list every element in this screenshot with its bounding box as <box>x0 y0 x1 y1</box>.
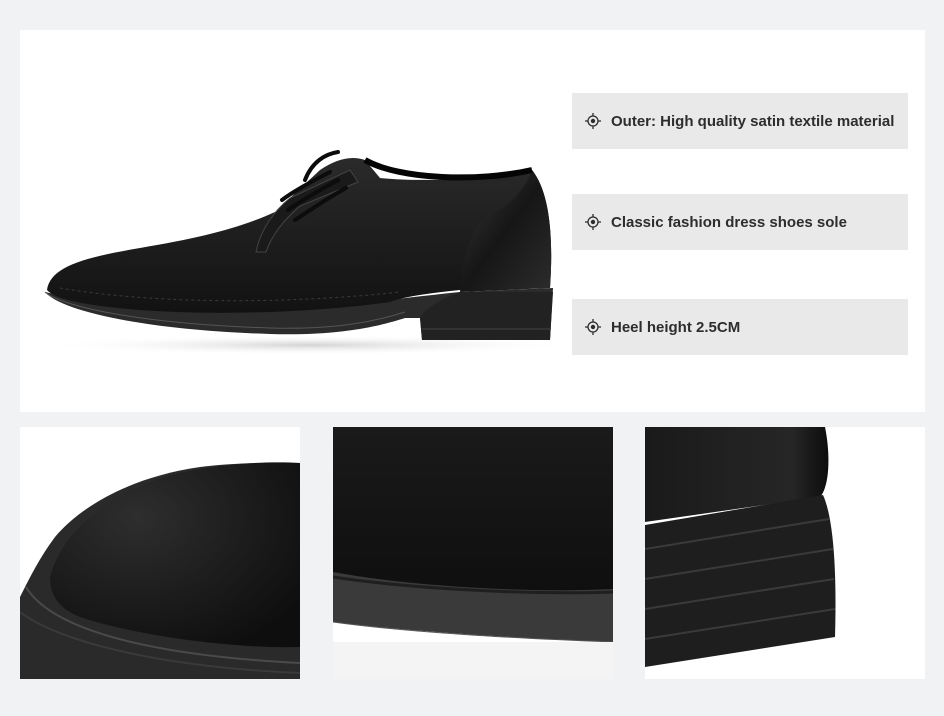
heel-closeup-image <box>645 427 925 679</box>
feature-label: Classic fashion dress shoes sole <box>611 213 847 231</box>
toe-closeup-image <box>20 427 300 679</box>
detail-image-fabric <box>333 427 613 679</box>
target-crosshair-icon <box>585 214 601 230</box>
main-product-panel: Outer: High quality satin textile materi… <box>20 30 925 412</box>
detail-image-heel <box>645 427 925 679</box>
target-crosshair-icon <box>585 113 601 129</box>
feature-label: Outer: High quality satin textile materi… <box>611 112 895 130</box>
feature-label: Heel height 2.5CM <box>611 318 741 336</box>
detail-image-toe <box>20 427 300 679</box>
feature-outer-material: Outer: High quality satin textile materi… <box>572 93 908 149</box>
feature-heel-height: Heel height 2.5CM <box>572 299 908 355</box>
fabric-sole-closeup-image <box>333 427 613 679</box>
feature-sole: Classic fashion dress shoes sole <box>572 194 908 250</box>
target-crosshair-icon <box>585 319 601 335</box>
